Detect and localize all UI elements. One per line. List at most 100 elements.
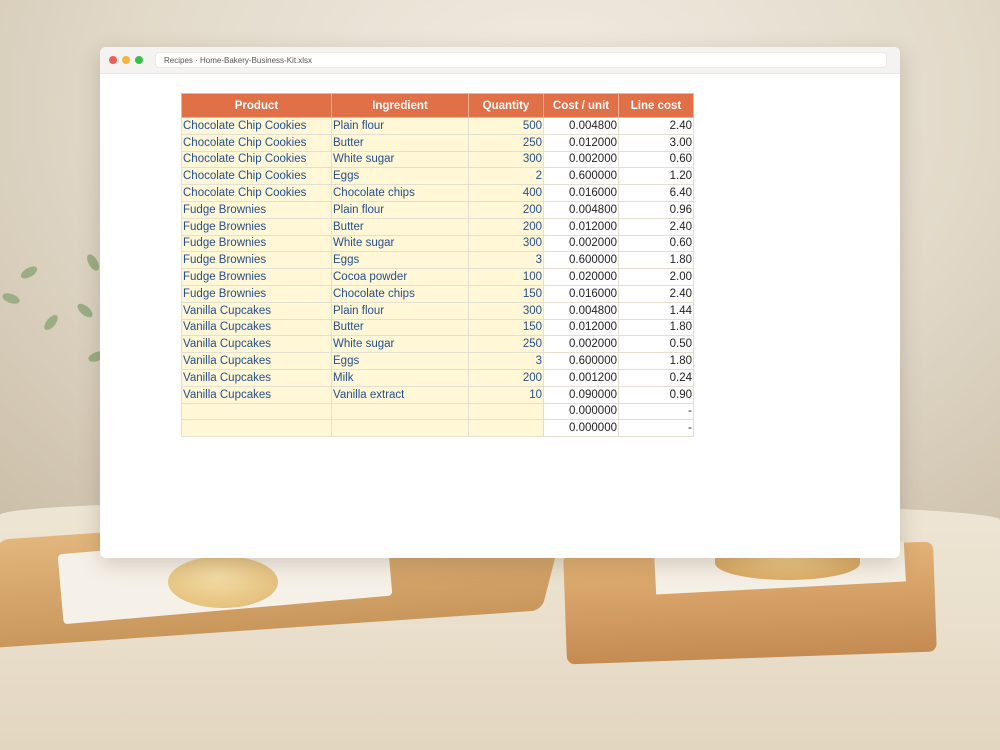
quantity-cell[interactable]: 3 bbox=[468, 352, 544, 370]
product-cell[interactable]: Chocolate Chip Cookies bbox=[181, 133, 332, 152]
ingredient-cell[interactable]: Eggs bbox=[331, 167, 469, 186]
ingredient-cell[interactable]: White sugar bbox=[331, 150, 469, 169]
line-cost-cell[interactable]: 0.60 bbox=[618, 234, 694, 253]
product-cell[interactable]: Vanilla Cupcakes bbox=[181, 301, 332, 320]
column-header-line-cost[interactable]: Line cost bbox=[618, 93, 694, 118]
line-cost-cell[interactable]: - bbox=[618, 419, 694, 438]
ingredient-cell[interactable]: Eggs bbox=[331, 352, 469, 370]
line-cost-cell[interactable]: 1.80 bbox=[618, 251, 694, 270]
ingredient-cell[interactable]: Butter bbox=[331, 217, 469, 236]
product-cell[interactable]: Fudge Brownies bbox=[181, 217, 332, 236]
cost-per-unit-cell[interactable]: 0.090000 bbox=[543, 385, 619, 404]
column-header-quantity[interactable]: Quantity bbox=[468, 93, 544, 118]
ingredient-cell[interactable]: Plain flour bbox=[331, 117, 469, 135]
quantity-cell[interactable]: 300 bbox=[468, 234, 544, 253]
quantity-cell[interactable]: 200 bbox=[468, 200, 544, 219]
product-cell[interactable]: Chocolate Chip Cookies bbox=[181, 184, 332, 202]
ingredient-cell[interactable]: Eggs bbox=[331, 251, 469, 270]
cost-per-unit-cell[interactable]: 0.004800 bbox=[543, 301, 619, 320]
quantity-cell[interactable]: 300 bbox=[468, 301, 544, 320]
cost-per-unit-cell[interactable]: 0.002000 bbox=[543, 234, 619, 253]
quantity-cell[interactable]: 3 bbox=[468, 251, 544, 270]
cost-per-unit-cell[interactable]: 0.016000 bbox=[543, 284, 619, 303]
line-cost-cell[interactable]: 0.60 bbox=[618, 150, 694, 169]
ingredient-cell[interactable]: Plain flour bbox=[331, 301, 469, 320]
cost-per-unit-cell[interactable]: 0.012000 bbox=[543, 133, 619, 152]
line-cost-cell[interactable]: 2.00 bbox=[618, 268, 694, 286]
quantity-cell[interactable]: 250 bbox=[468, 133, 544, 152]
ingredient-cell[interactable]: Chocolate chips bbox=[331, 284, 469, 303]
cost-per-unit-cell[interactable]: 0.600000 bbox=[543, 352, 619, 370]
maximize-window-button[interactable] bbox=[135, 56, 143, 64]
ingredient-cell[interactable]: Butter bbox=[331, 318, 469, 337]
ingredient-cell[interactable]: Chocolate chips bbox=[331, 184, 469, 202]
close-window-button[interactable] bbox=[109, 56, 117, 64]
cost-per-unit-cell[interactable]: 0.000000 bbox=[543, 419, 619, 438]
ingredient-cell[interactable]: Vanilla extract bbox=[331, 385, 469, 404]
cost-per-unit-cell[interactable]: 0.600000 bbox=[543, 251, 619, 270]
line-cost-cell[interactable]: 1.80 bbox=[618, 318, 694, 337]
quantity-cell[interactable] bbox=[468, 419, 544, 438]
product-cell[interactable]: Fudge Brownies bbox=[181, 234, 332, 253]
ingredient-cell[interactable]: Cocoa powder bbox=[331, 268, 469, 286]
line-cost-cell[interactable]: - bbox=[618, 402, 694, 421]
line-cost-cell[interactable]: 1.44 bbox=[618, 301, 694, 320]
ingredient-cell[interactable]: Plain flour bbox=[331, 200, 469, 219]
breadcrumb[interactable]: Recipes · Home-Bakery-Business-Kit.xlsx bbox=[155, 52, 887, 68]
quantity-cell[interactable]: 250 bbox=[468, 335, 544, 354]
product-cell[interactable]: Fudge Brownies bbox=[181, 200, 332, 219]
cost-per-unit-cell[interactable]: 0.002000 bbox=[543, 150, 619, 169]
quantity-cell[interactable] bbox=[468, 402, 544, 421]
line-cost-cell[interactable]: 2.40 bbox=[618, 217, 694, 236]
product-cell[interactable] bbox=[181, 419, 332, 438]
quantity-cell[interactable]: 2 bbox=[468, 167, 544, 186]
product-cell[interactable]: Chocolate Chip Cookies bbox=[181, 150, 332, 169]
quantity-cell[interactable]: 500 bbox=[468, 117, 544, 135]
line-cost-cell[interactable]: 3.00 bbox=[618, 133, 694, 152]
line-cost-cell[interactable]: 1.80 bbox=[618, 352, 694, 370]
product-cell[interactable]: Fudge Brownies bbox=[181, 268, 332, 286]
quantity-cell[interactable]: 400 bbox=[468, 184, 544, 202]
product-cell[interactable]: Vanilla Cupcakes bbox=[181, 335, 332, 354]
cost-per-unit-cell[interactable]: 0.012000 bbox=[543, 318, 619, 337]
ingredient-cell[interactable] bbox=[331, 419, 469, 438]
quantity-cell[interactable]: 200 bbox=[468, 217, 544, 236]
ingredient-cell[interactable] bbox=[331, 402, 469, 421]
quantity-cell[interactable]: 200 bbox=[468, 368, 544, 387]
product-cell[interactable]: Vanilla Cupcakes bbox=[181, 352, 332, 370]
line-cost-cell[interactable]: 0.24 bbox=[618, 368, 694, 387]
cost-per-unit-cell[interactable]: 0.004800 bbox=[543, 117, 619, 135]
product-cell[interactable]: Chocolate Chip Cookies bbox=[181, 167, 332, 186]
quantity-cell[interactable]: 100 bbox=[468, 268, 544, 286]
ingredient-cell[interactable]: White sugar bbox=[331, 234, 469, 253]
cost-per-unit-cell[interactable]: 0.001200 bbox=[543, 368, 619, 387]
product-cell[interactable]: Chocolate Chip Cookies bbox=[181, 117, 332, 135]
product-cell[interactable]: Fudge Brownies bbox=[181, 251, 332, 270]
line-cost-cell[interactable]: 6.40 bbox=[618, 184, 694, 202]
minimize-window-button[interactable] bbox=[122, 56, 130, 64]
cost-per-unit-cell[interactable]: 0.016000 bbox=[543, 184, 619, 202]
ingredient-cell[interactable]: White sugar bbox=[331, 335, 469, 354]
line-cost-cell[interactable]: 2.40 bbox=[618, 284, 694, 303]
product-cell[interactable]: Vanilla Cupcakes bbox=[181, 385, 332, 404]
cost-per-unit-cell[interactable]: 0.002000 bbox=[543, 335, 619, 354]
cost-per-unit-cell[interactable]: 0.004800 bbox=[543, 200, 619, 219]
cost-per-unit-cell[interactable]: 0.600000 bbox=[543, 167, 619, 186]
ingredient-cell[interactable]: Butter bbox=[331, 133, 469, 152]
cost-per-unit-cell[interactable]: 0.012000 bbox=[543, 217, 619, 236]
quantity-cell[interactable]: 300 bbox=[468, 150, 544, 169]
quantity-cell[interactable]: 10 bbox=[468, 385, 544, 404]
cost-per-unit-cell[interactable]: 0.000000 bbox=[543, 402, 619, 421]
line-cost-cell[interactable]: 0.90 bbox=[618, 385, 694, 404]
line-cost-cell[interactable]: 0.96 bbox=[618, 200, 694, 219]
column-header-ingredient[interactable]: Ingredient bbox=[331, 93, 469, 118]
column-header-product[interactable]: Product bbox=[181, 93, 332, 118]
product-cell[interactable]: Vanilla Cupcakes bbox=[181, 368, 332, 387]
quantity-cell[interactable]: 150 bbox=[468, 284, 544, 303]
cost-per-unit-cell[interactable]: 0.020000 bbox=[543, 268, 619, 286]
line-cost-cell[interactable]: 2.40 bbox=[618, 117, 694, 135]
quantity-cell[interactable]: 150 bbox=[468, 318, 544, 337]
column-header-cost-per-unit[interactable]: Cost / unit bbox=[543, 93, 619, 118]
ingredient-cell[interactable]: Milk bbox=[331, 368, 469, 387]
product-cell[interactable]: Vanilla Cupcakes bbox=[181, 318, 332, 337]
